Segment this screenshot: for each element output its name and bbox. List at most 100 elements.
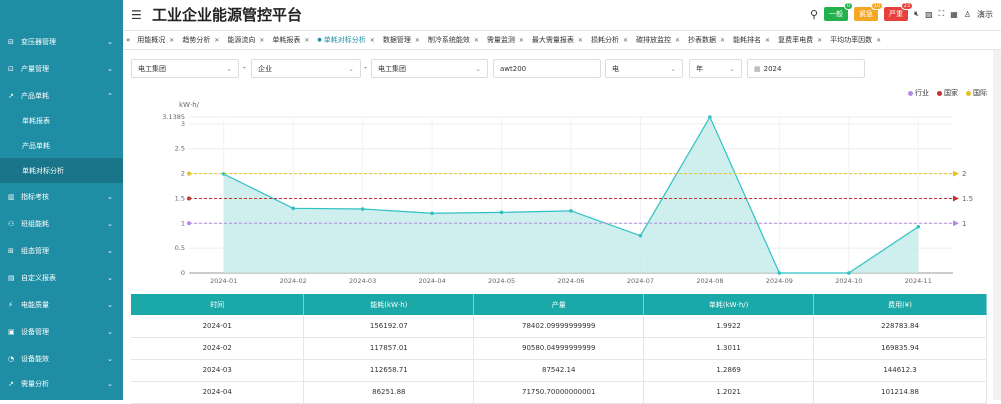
sidebar-item-team[interactable]: ⚇ 班组能耗 ⌄ (0, 210, 123, 237)
tab-energy-overview[interactable]: 用能概况 ✕ (133, 31, 178, 49)
meter-select[interactable]: awt200 (493, 59, 601, 78)
mark-line-label: 1 (962, 220, 966, 228)
tab-label: 损耗分析 (590, 36, 619, 44)
consumption-chart: kW·h/0 0.5 1 1.5 2 2.5 33.1385 2024-01 2024-02 20… (162, 101, 973, 285)
tab-label: 能源流向 (227, 36, 256, 44)
data-table: 时间 能耗(kW·h) 产量 单耗(kW·h/) 费用(¥) 2024-01 15… (131, 294, 987, 404)
tab-loss[interactable]: 损耗分析 ✕ (587, 31, 632, 49)
badge-count: 10 (870, 2, 884, 10)
close-icon[interactable]: ✕ (415, 37, 420, 44)
close-icon[interactable]: ✕ (259, 37, 264, 44)
tab-data-management[interactable]: 数据管理 ✕ (379, 31, 424, 49)
chevron-down-icon: ⌄ (475, 64, 481, 73)
close-icon[interactable]: ✕ (876, 37, 881, 44)
close-icon[interactable]: ✕ (370, 37, 375, 44)
tab-scroll-left-icon[interactable]: « (123, 36, 133, 44)
tab-label: 制冷系统能效 (427, 36, 470, 44)
menu-icon[interactable]: ☰ (131, 8, 142, 22)
tab-consumption-report[interactable]: 单耗报表 ✕ (268, 31, 313, 49)
select-value: 年 (696, 64, 703, 73)
y-axis-label: kW·h/ (179, 101, 200, 109)
energy-type-select[interactable]: 电 ⌄ (605, 59, 683, 78)
image-icon[interactable]: ▨ (925, 10, 933, 19)
sidebar-item-equipment[interactable]: ▣ 设备管理 ⌄ (0, 318, 123, 345)
period-select[interactable]: 年 ⌄ (689, 59, 742, 78)
close-icon[interactable]: ✕ (623, 37, 628, 44)
shirt-icon[interactable]: ♙ (964, 10, 971, 19)
close-icon[interactable]: ✕ (304, 37, 309, 44)
sidebar-item-efficiency[interactable]: ◔ 设备能效 ⌄ (0, 345, 123, 372)
tab-demand-monitor[interactable]: 需量监测 ✕ (483, 31, 528, 49)
type-select[interactable]: 企业 ⌄ (251, 59, 361, 78)
tab-cooling[interactable]: 制冷系统能效 ✕ (424, 31, 483, 49)
sidebar-item-label: 自定义报表 (21, 273, 56, 282)
sidebar-item-label: 电能质量 (21, 300, 49, 309)
sidebar-item-label: 指标考核 (21, 192, 49, 201)
chevron-down-icon: ⌄ (107, 219, 113, 228)
year-picker[interactable]: ▦ 2024 (747, 59, 865, 78)
alarm-severe-badge[interactable]: 严重 23 (884, 2, 914, 21)
sidebar-sub-consumption-report[interactable]: 单耗报表 (0, 108, 123, 133)
tab-trend[interactable]: 趋势分析 ✕ (178, 31, 223, 49)
close-icon[interactable]: ✕ (817, 37, 822, 44)
y-tick-label: 3 (181, 120, 185, 128)
mark-line-start (187, 221, 191, 226)
tab-carbon[interactable]: 碳排放监控 ✕ (632, 31, 684, 49)
sidebar-item-product-consumption[interactable]: ↗ 产品单耗 ⌃ (0, 82, 123, 109)
close-icon[interactable]: ✕ (519, 37, 524, 44)
close-icon[interactable]: ✕ (214, 37, 219, 44)
column-header[interactable]: 费用(¥) (813, 294, 987, 315)
sidebar-item-power-quality[interactable]: ⚡ 电能质量 ⌄ (0, 291, 123, 318)
close-icon[interactable]: ✕ (720, 37, 725, 44)
badge-label: 严重 (889, 10, 904, 18)
chevron-down-icon: ⌄ (226, 64, 232, 73)
sidebar-item-custom-report[interactable]: ▤ 自定义报表 ⌄ (0, 264, 123, 291)
column-header[interactable]: 单耗(kW·h/) (643, 294, 815, 315)
data-point (291, 206, 295, 211)
layout-icon[interactable]: ▦ (950, 10, 958, 19)
sidebar-sub-product-consumption[interactable]: 产品单耗 (0, 133, 123, 158)
document-icon: ⊡ (8, 64, 14, 73)
tab-benchmark[interactable]: 单耗对标分析 ✕ (313, 31, 378, 49)
tab-ranking[interactable]: 能耗排名 ✕ (729, 31, 774, 49)
mark-line-arrow (953, 195, 959, 202)
tab-power-factor[interactable]: 平均功率因数 ✕ (826, 31, 885, 49)
tab-label: 抄表数据 (688, 36, 717, 44)
close-icon[interactable]: ✕ (675, 37, 680, 44)
column-header[interactable]: 产量 (473, 294, 645, 315)
close-icon[interactable]: ✕ (765, 37, 770, 44)
mute-icon[interactable]: 🔇︎ (914, 9, 919, 19)
sidebar-item-transformer[interactable]: ⊟ 变压器管理 ⌄ (0, 28, 123, 55)
column-header[interactable]: 时间 (131, 294, 305, 315)
layout-icon: ⊞ (8, 246, 14, 255)
sidebar-item-output[interactable]: ⊡ 产量管理 ⌄ (0, 55, 123, 82)
alarm-urgent-badge[interactable]: 紧急 10 (854, 2, 884, 21)
separator: - (364, 63, 367, 72)
close-icon[interactable]: ✕ (578, 37, 583, 44)
tab-max-demand[interactable]: 最大需量报表 ✕ (528, 31, 587, 49)
search-icon[interactable]: ⚲ (810, 8, 818, 21)
tab-meter-data[interactable]: 抄表数据 ✕ (684, 31, 729, 49)
close-icon[interactable]: ✕ (474, 37, 479, 44)
user-name[interactable]: 演示 (977, 9, 993, 20)
trend-icon: ↗ (8, 379, 14, 388)
select-value: 2024 (763, 64, 782, 73)
table-cell: 228783.84 (813, 315, 987, 338)
x-tick-label: 2024-03 (349, 277, 376, 285)
tab-multi-rate[interactable]: 复费率电费 ✕ (774, 31, 826, 49)
scrollbar[interactable] (993, 50, 1001, 400)
sidebar-item-kpi[interactable]: ▥ 指标考核 ⌄ (0, 183, 123, 210)
sidebar-item-demand[interactable]: ↗ 需量分析 ⌄ (0, 370, 123, 397)
alarm-normal-badge[interactable]: 一般 0 (824, 2, 854, 21)
sidebar-sub-benchmark-analysis[interactable]: 单耗对标分析 (0, 158, 123, 183)
close-icon[interactable]: ✕ (169, 37, 174, 44)
column-header[interactable]: 能耗(kW·h) (303, 294, 475, 315)
table-cell: 117857.01 (303, 337, 475, 360)
tab-label: 单耗对标分析 (323, 36, 366, 44)
group-select[interactable]: 电工集团 ⌄ (131, 59, 239, 78)
company-select[interactable]: 电工集团 ⌄ (371, 59, 488, 78)
sidebar-item-config[interactable]: ⊞ 组态管理 ⌄ (0, 237, 123, 264)
tab-flow[interactable]: 能源流向 ✕ (223, 31, 268, 49)
fullscreen-icon[interactable]: ⛶ (939, 9, 945, 19)
chevron-down-icon: ⌄ (670, 64, 676, 73)
